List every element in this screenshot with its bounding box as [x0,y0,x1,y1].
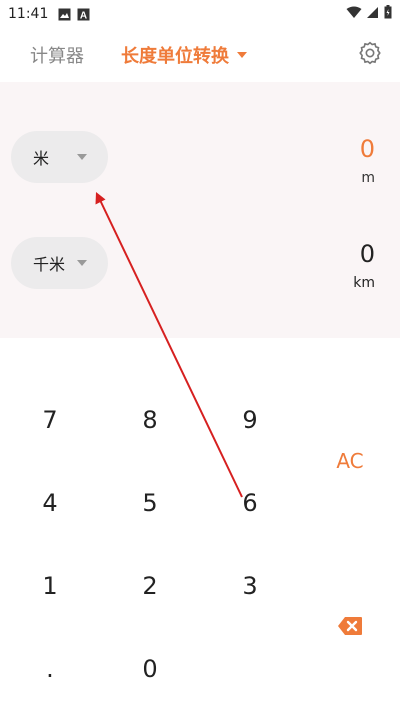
app-bar: 计算器 长度单位转换 [0,28,400,82]
caret-down-icon [237,52,247,58]
key-8[interactable]: 8 [110,390,190,450]
key-1[interactable]: 1 [10,556,90,616]
to-unit-symbol: km [353,275,375,291]
key-6[interactable]: 6 [210,473,290,533]
key-5[interactable]: 5 [110,473,190,533]
key-decimal[interactable]: . [10,639,90,699]
wifi-icon [346,6,362,23]
from-unit-symbol: m [361,170,375,186]
gear-icon [357,40,383,70]
status-right [346,5,392,23]
tab-length-label: 长度单位转换 [121,46,229,67]
key-7[interactable]: 7 [10,390,90,450]
tab-length-conversion[interactable]: 长度单位转换 [121,42,247,68]
svg-text:A: A [80,10,87,21]
key-4[interactable]: 4 [10,473,90,533]
to-value-block: 0 km [353,240,375,292]
key-0[interactable]: 0 [110,639,190,699]
a-box-icon: A [77,8,90,21]
to-value: 0 [359,240,375,268]
tab-calculator[interactable]: 计算器 [30,42,84,68]
key-2[interactable]: 2 [110,556,190,616]
backspace-button[interactable] [310,598,390,658]
status-bar: 11:41 A [0,0,400,28]
to-unit-label: 千米 [33,255,66,274]
key-3[interactable]: 3 [210,556,290,616]
to-unit-dropdown[interactable]: 千米 [11,237,108,289]
battery-icon [384,5,392,23]
dropdown-arrow-icon [77,154,87,160]
from-value: 0 [359,135,375,163]
keypad: 7 8 9 AC 4 5 6 1 2 3 . 0 [0,338,400,711]
from-unit-dropdown[interactable]: 米 [11,131,108,183]
conversion-panel: 米 0 m 千米 0 km [0,82,400,338]
from-value-block: 0 m [360,135,375,187]
from-unit-label: 米 [33,149,50,168]
clear-all-button[interactable]: AC [310,431,390,491]
status-time: 11:41 [8,6,49,22]
dropdown-arrow-icon [77,260,87,266]
image-icon [58,8,71,21]
signal-icon [367,6,379,23]
backspace-icon [337,614,363,642]
settings-button[interactable] [356,41,384,69]
key-9[interactable]: 9 [210,390,290,450]
